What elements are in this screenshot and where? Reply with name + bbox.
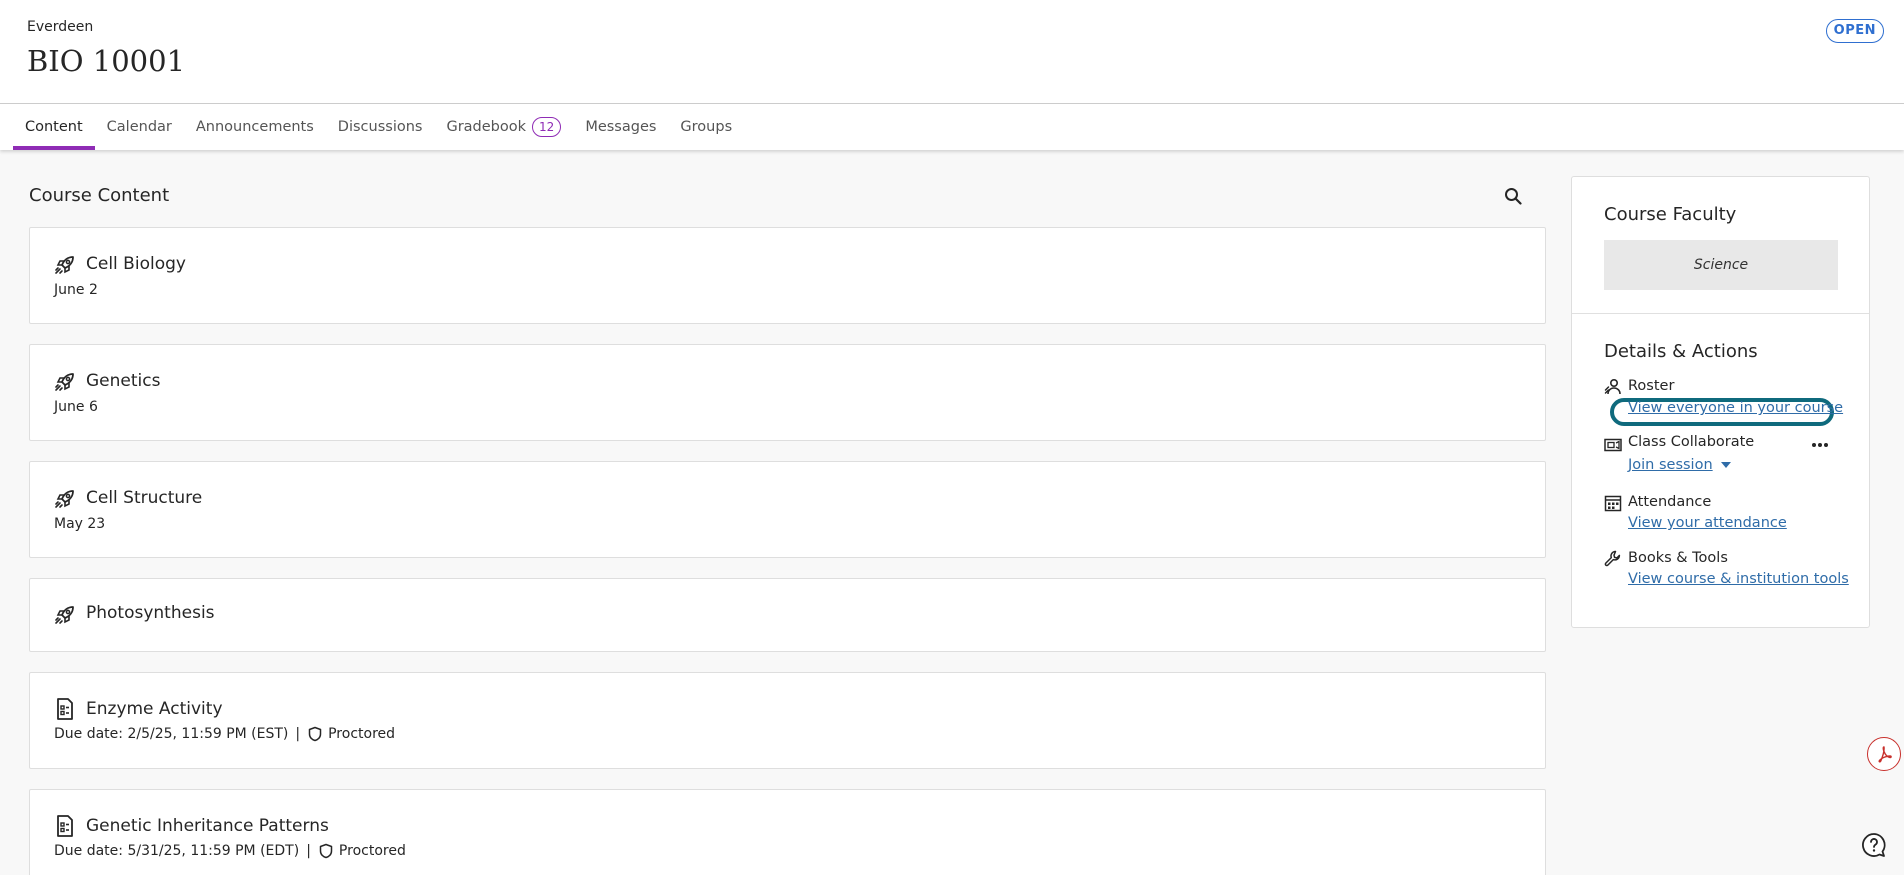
tab-label: Calendar xyxy=(106,119,172,135)
tab-label: Gradebook xyxy=(446,119,527,135)
faculty-card: Science xyxy=(1604,240,1838,290)
search-button[interactable] xyxy=(1500,183,1526,209)
course-faculty-heading: Course Faculty xyxy=(1604,204,1737,225)
item-title[interactable]: Cell Biology xyxy=(86,254,186,274)
rocket-icon xyxy=(55,606,74,624)
join-session-label: Join session xyxy=(1628,457,1713,473)
gradebook-count-badge: 12 xyxy=(532,117,562,137)
shield-icon xyxy=(308,726,322,742)
attendance-label: Attendance xyxy=(1628,494,1712,510)
item-date: June 2 xyxy=(54,282,98,298)
more-options-button[interactable] xyxy=(1808,435,1832,455)
item-meta: Due date: 2/5/25, 11:59 PM (EST) | Proct… xyxy=(54,726,395,742)
document-icon xyxy=(57,815,73,837)
wrench-icon xyxy=(1604,550,1621,567)
chevron-down-icon xyxy=(1720,462,1731,468)
course-tabs: Content Calendar Announcements Discussio… xyxy=(0,104,1904,150)
class-collaborate-label: Class Collaborate xyxy=(1628,434,1755,450)
divider xyxy=(1572,313,1869,314)
item-title[interactable]: Enzyme Activity xyxy=(86,699,223,719)
tab-announcements[interactable]: Announcements xyxy=(184,104,326,150)
pdf-icon xyxy=(1878,746,1892,763)
content-item-photosynthesis[interactable]: Photosynthesis xyxy=(29,578,1546,652)
content-item-cell-structure[interactable]: Cell Structure May 23 xyxy=(29,461,1546,558)
rocket-icon xyxy=(55,490,74,508)
due-date: Due date: 5/31/25, 11:59 PM (EDT) xyxy=(54,843,300,859)
tab-label: Content xyxy=(25,119,83,135)
item-date: May 23 xyxy=(54,516,106,532)
course-content-heading: Course Content xyxy=(29,185,170,206)
item-title[interactable]: Genetic Inheritance Patterns xyxy=(86,816,329,836)
view-roster-link[interactable]: View everyone in your course xyxy=(1628,400,1843,416)
course-sidebar: Course Faculty Science Details & Actions… xyxy=(1571,176,1870,628)
tab-label: Messages xyxy=(585,119,657,135)
content-item-genetics[interactable]: Genetics June 6 xyxy=(29,344,1546,441)
join-session-link[interactable]: Join session xyxy=(1628,457,1731,473)
rocket-icon xyxy=(55,373,74,391)
more-horizontal-icon xyxy=(1812,443,1828,447)
roster-icon xyxy=(1604,378,1621,395)
separator: | xyxy=(306,843,311,859)
help-icon xyxy=(1862,833,1886,857)
shield-icon xyxy=(319,843,333,859)
proctored-label: Proctored xyxy=(338,843,406,859)
view-tools-link[interactable]: View course & institution tools xyxy=(1628,571,1849,587)
item-title[interactable]: Photosynthesis xyxy=(86,603,215,623)
organization-name: Everdeen xyxy=(27,19,94,35)
content-item-genetic-inheritance[interactable]: Genetic Inheritance Patterns Due date: 5… xyxy=(29,789,1546,875)
course-header: Everdeen BIO 10001 OPEN xyxy=(0,0,1904,104)
item-title[interactable]: Cell Structure xyxy=(86,488,202,508)
due-date: Due date: 2/5/25, 11:59 PM (EST) xyxy=(54,726,289,742)
books-tools-label: Books & Tools xyxy=(1628,550,1728,566)
help-button[interactable] xyxy=(1861,832,1887,858)
search-icon xyxy=(1505,188,1522,205)
pdf-button[interactable] xyxy=(1867,737,1901,771)
tab-content[interactable]: Content xyxy=(13,104,95,150)
calendar-grid-icon xyxy=(1604,495,1622,512)
course-title: BIO 10001 xyxy=(27,44,186,78)
view-attendance-link[interactable]: View your attendance xyxy=(1628,515,1787,531)
content-item-enzyme-activity[interactable]: Enzyme Activity Due date: 2/5/25, 11:59 … xyxy=(29,672,1546,769)
tab-label: Announcements xyxy=(195,119,314,135)
tab-label: Discussions xyxy=(337,119,423,135)
roster-label: Roster xyxy=(1628,378,1675,394)
proctored-label: Proctored xyxy=(328,726,396,742)
item-date: June 6 xyxy=(54,399,98,415)
tab-label: Groups xyxy=(680,119,733,135)
separator: | xyxy=(295,726,301,742)
tab-messages[interactable]: Messages xyxy=(573,104,668,150)
tab-calendar[interactable]: Calendar xyxy=(95,104,184,150)
details-actions-heading: Details & Actions xyxy=(1604,341,1758,362)
item-title[interactable]: Genetics xyxy=(86,371,160,391)
document-icon xyxy=(57,698,73,720)
item-meta: Due date: 5/31/25, 11:59 PM (EDT) | Proc… xyxy=(54,843,406,859)
tab-discussions[interactable]: Discussions xyxy=(326,104,435,150)
tab-gradebook[interactable]: Gradebook 12 xyxy=(434,104,573,150)
rocket-icon xyxy=(55,256,74,274)
content-item-cell-biology[interactable]: Cell Biology June 2 xyxy=(29,227,1546,324)
video-icon xyxy=(1604,438,1622,452)
tab-groups[interactable]: Groups xyxy=(668,104,744,150)
course-status-badge: OPEN xyxy=(1825,19,1884,43)
